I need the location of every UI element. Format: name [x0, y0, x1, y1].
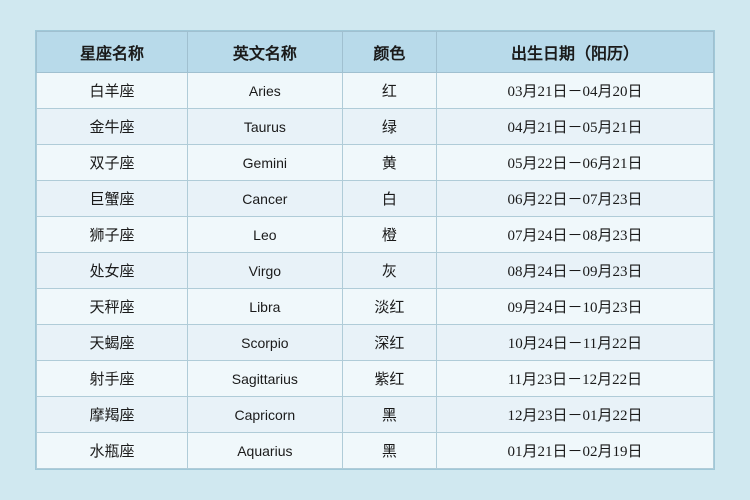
- cell-dates: 09月24日－10月23日: [436, 289, 713, 325]
- zodiac-table-container: 星座名称 英文名称 颜色 出生日期（阳历） 白羊座Aries红03月21日－04…: [35, 30, 715, 470]
- cell-dates: 12月23日－01月22日: [436, 397, 713, 433]
- cell-english-name: Taurus: [187, 109, 342, 145]
- cell-chinese-name: 摩羯座: [37, 397, 188, 433]
- cell-color: 白: [342, 181, 436, 217]
- table-row: 射手座Sagittarius紫红11月23日－12月22日: [37, 361, 714, 397]
- table-row: 天蝎座Scorpio深红10月24日－11月22日: [37, 325, 714, 361]
- header-english-name: 英文名称: [187, 32, 342, 73]
- cell-color: 紫红: [342, 361, 436, 397]
- cell-dates: 04月21日－05月21日: [436, 109, 713, 145]
- cell-color: 淡红: [342, 289, 436, 325]
- cell-dates: 05月22日－06月21日: [436, 145, 713, 181]
- cell-color: 深红: [342, 325, 436, 361]
- table-header-row: 星座名称 英文名称 颜色 出生日期（阳历）: [37, 32, 714, 73]
- cell-english-name: Virgo: [187, 253, 342, 289]
- cell-color: 黑: [342, 433, 436, 469]
- cell-dates: 08月24日－09月23日: [436, 253, 713, 289]
- cell-dates: 10月24日－11月22日: [436, 325, 713, 361]
- cell-chinese-name: 水瓶座: [37, 433, 188, 469]
- header-chinese-name: 星座名称: [37, 32, 188, 73]
- cell-chinese-name: 狮子座: [37, 217, 188, 253]
- table-row: 白羊座Aries红03月21日－04月20日: [37, 73, 714, 109]
- cell-dates: 06月22日－07月23日: [436, 181, 713, 217]
- cell-chinese-name: 射手座: [37, 361, 188, 397]
- cell-dates: 07月24日－08月23日: [436, 217, 713, 253]
- table-row: 双子座Gemini黄05月22日－06月21日: [37, 145, 714, 181]
- cell-color: 黄: [342, 145, 436, 181]
- cell-color: 红: [342, 73, 436, 109]
- cell-english-name: Capricorn: [187, 397, 342, 433]
- cell-english-name: Libra: [187, 289, 342, 325]
- cell-chinese-name: 金牛座: [37, 109, 188, 145]
- cell-chinese-name: 处女座: [37, 253, 188, 289]
- cell-chinese-name: 天蝎座: [37, 325, 188, 361]
- cell-color: 黑: [342, 397, 436, 433]
- cell-dates: 11月23日－12月22日: [436, 361, 713, 397]
- cell-dates: 03月21日－04月20日: [436, 73, 713, 109]
- cell-english-name: Aquarius: [187, 433, 342, 469]
- cell-english-name: Aries: [187, 73, 342, 109]
- cell-color: 橙: [342, 217, 436, 253]
- cell-chinese-name: 双子座: [37, 145, 188, 181]
- cell-english-name: Cancer: [187, 181, 342, 217]
- table-row: 狮子座Leo橙07月24日－08月23日: [37, 217, 714, 253]
- header-dates: 出生日期（阳历）: [436, 32, 713, 73]
- table-row: 天秤座Libra淡红09月24日－10月23日: [37, 289, 714, 325]
- cell-color: 绿: [342, 109, 436, 145]
- cell-english-name: Gemini: [187, 145, 342, 181]
- table-row: 金牛座Taurus绿04月21日－05月21日: [37, 109, 714, 145]
- cell-english-name: Leo: [187, 217, 342, 253]
- table-row: 水瓶座Aquarius黑01月21日－02月19日: [37, 433, 714, 469]
- cell-color: 灰: [342, 253, 436, 289]
- cell-chinese-name: 天秤座: [37, 289, 188, 325]
- table-row: 摩羯座Capricorn黑12月23日－01月22日: [37, 397, 714, 433]
- table-row: 处女座Virgo灰08月24日－09月23日: [37, 253, 714, 289]
- cell-dates: 01月21日－02月19日: [436, 433, 713, 469]
- zodiac-table: 星座名称 英文名称 颜色 出生日期（阳历） 白羊座Aries红03月21日－04…: [36, 31, 714, 469]
- header-color: 颜色: [342, 32, 436, 73]
- cell-chinese-name: 巨蟹座: [37, 181, 188, 217]
- cell-chinese-name: 白羊座: [37, 73, 188, 109]
- cell-english-name: Scorpio: [187, 325, 342, 361]
- cell-english-name: Sagittarius: [187, 361, 342, 397]
- table-row: 巨蟹座Cancer白06月22日－07月23日: [37, 181, 714, 217]
